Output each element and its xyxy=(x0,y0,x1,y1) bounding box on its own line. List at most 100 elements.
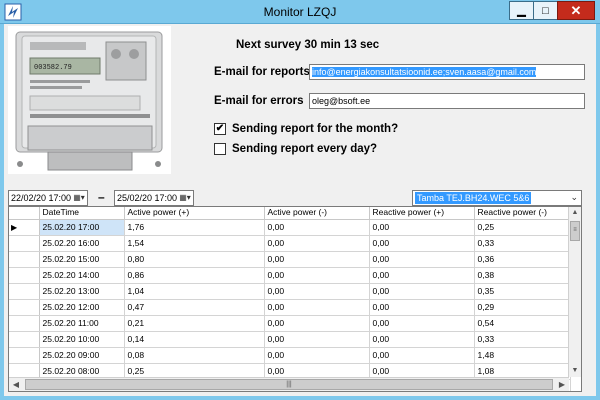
row-header[interactable] xyxy=(9,299,40,316)
column-header-reactive-minus[interactable]: Reactive power (-) xyxy=(474,207,571,220)
row-header[interactable] xyxy=(9,331,40,348)
table-cell[interactable]: 0,00 xyxy=(264,219,370,236)
calendar-icon[interactable]: ▦▾ xyxy=(72,192,86,204)
table-cell[interactable]: 0,00 xyxy=(369,219,475,236)
row-header[interactable] xyxy=(9,235,40,252)
table-cell[interactable]: 0,33 xyxy=(474,331,571,348)
table-cell[interactable]: 0,29 xyxy=(474,299,571,316)
row-header[interactable] xyxy=(9,283,40,300)
row-header[interactable] xyxy=(9,251,40,268)
table-cell[interactable]: 0,35 xyxy=(474,283,571,300)
vertical-scroll-thumb[interactable]: ≡ xyxy=(570,221,580,241)
scroll-up-icon[interactable]: ▲ xyxy=(569,207,581,219)
table-cell[interactable]: 0,00 xyxy=(369,251,475,268)
calendar-icon[interactable]: ▦▾ xyxy=(178,192,192,204)
monthly-report-checkbox[interactable]: ✔ xyxy=(214,123,226,135)
table-row[interactable]: 25.02.20 13:00 1,04 0,00 0,00 0,35 xyxy=(9,283,571,300)
table-cell[interactable]: 0,00 xyxy=(369,331,475,348)
daily-report-checkbox[interactable] xyxy=(214,143,226,155)
grid-header-row: DateTime Active power (+) Active power (… xyxy=(9,207,571,220)
column-header-datetime[interactable]: DateTime xyxy=(39,207,125,220)
meter-image: 003582.79 xyxy=(8,26,171,174)
table-row[interactable]: 25.02.20 14:00 0,86 0,00 0,00 0,38 xyxy=(9,267,571,284)
table-cell[interactable]: 25.02.20 10:00 xyxy=(39,331,125,348)
table-row[interactable]: 25.02.20 10:00 0,14 0,00 0,00 0,33 xyxy=(9,331,571,348)
table-cell[interactable]: 0,00 xyxy=(264,251,370,268)
table-cell[interactable]: 25.02.20 09:00 xyxy=(39,347,125,364)
errors-email-label: E-mail for errors xyxy=(214,95,304,107)
table-row[interactable]: 25.02.20 12:00 0,47 0,00 0,00 0,29 xyxy=(9,299,571,316)
monthly-report-option[interactable]: ✔ Sending report for the month? xyxy=(214,123,398,135)
table-cell[interactable]: 0,80 xyxy=(124,251,265,268)
checkmark-icon: ✔ xyxy=(215,123,225,134)
table-cell[interactable]: 0,54 xyxy=(474,315,571,332)
row-header[interactable]: ▶ xyxy=(9,219,40,236)
vertical-scrollbar[interactable]: ▲ ≡ ▼ xyxy=(568,207,581,377)
table-cell[interactable]: 0,14 xyxy=(124,331,265,348)
table-cell[interactable]: 0,00 xyxy=(264,267,370,284)
power-data-grid[interactable]: DateTime Active power (+) Active power (… xyxy=(8,206,582,392)
row-header[interactable] xyxy=(9,347,40,364)
table-cell[interactable]: 0,00 xyxy=(264,331,370,348)
table-cell[interactable]: 0,00 xyxy=(264,235,370,252)
scroll-left-icon[interactable]: ◀ xyxy=(9,378,23,391)
table-cell[interactable]: 0,86 xyxy=(124,267,265,284)
table-row[interactable]: 25.02.20 16:00 1,54 0,00 0,00 0,33 xyxy=(9,235,571,252)
errors-email-input[interactable]: oleg@bsoft.ee xyxy=(309,93,585,109)
close-button[interactable]: ✕ xyxy=(557,1,595,20)
horizontal-scrollbar[interactable]: ◀ ||| ▶ xyxy=(9,377,569,391)
table-cell[interactable]: 0,25 xyxy=(474,219,571,236)
row-header[interactable] xyxy=(9,267,40,284)
table-cell[interactable]: 25.02.20 17:00 xyxy=(39,219,125,236)
table-cell[interactable]: 1,76 xyxy=(124,219,265,236)
table-cell[interactable]: 0,21 xyxy=(124,315,265,332)
table-cell[interactable]: 25.02.20 15:00 xyxy=(39,251,125,268)
table-cell[interactable]: 0,00 xyxy=(369,283,475,300)
table-cell[interactable]: 0,33 xyxy=(474,235,571,252)
table-row[interactable]: 25.02.20 15:00 0,80 0,00 0,00 0,36 xyxy=(9,251,571,268)
table-cell[interactable]: 0,00 xyxy=(369,347,475,364)
table-cell[interactable]: 0,00 xyxy=(369,315,475,332)
table-row[interactable]: 25.02.20 09:00 0,08 0,00 0,00 1,48 xyxy=(9,347,571,364)
reports-email-value: info@energiakonsultatsioonid.ee;sven.aas… xyxy=(312,67,537,77)
table-cell[interactable]: 25.02.20 11:00 xyxy=(39,315,125,332)
table-cell[interactable]: 0,38 xyxy=(474,267,571,284)
table-row[interactable]: 25.02.20 11:00 0,21 0,00 0,00 0,54 xyxy=(9,315,571,332)
table-row[interactable]: ▶ 25.02.20 17:00 1,76 0,00 0,00 0,25 xyxy=(9,219,571,236)
row-header-corner xyxy=(9,207,40,220)
date-from-picker[interactable]: 22/02/20 17:00 ▦▾ xyxy=(8,190,88,206)
scroll-right-icon[interactable]: ▶ xyxy=(555,378,569,391)
table-cell[interactable]: 1,48 xyxy=(474,347,571,364)
minimize-button[interactable]: ▁ xyxy=(509,1,534,20)
table-cell[interactable]: 0,00 xyxy=(264,315,370,332)
table-cell[interactable]: 25.02.20 13:00 xyxy=(39,283,125,300)
table-cell[interactable]: 25.02.20 14:00 xyxy=(39,267,125,284)
table-cell[interactable]: 0,00 xyxy=(369,267,475,284)
row-header[interactable] xyxy=(9,315,40,332)
chevron-down-icon[interactable]: ⌄ xyxy=(570,192,578,203)
table-cell[interactable]: 25.02.20 16:00 xyxy=(39,235,125,252)
table-cell[interactable]: 0,00 xyxy=(369,235,475,252)
table-cell[interactable]: 0,00 xyxy=(264,299,370,316)
scroll-down-icon[interactable]: ▼ xyxy=(569,365,581,377)
table-cell[interactable]: 25.02.20 12:00 xyxy=(39,299,125,316)
reports-email-input[interactable]: info@energiakonsultatsioonid.ee;sven.aas… xyxy=(309,64,585,80)
date-to-picker[interactable]: 25/02/20 17:00 ▦▾ xyxy=(114,190,194,206)
table-cell[interactable]: 0,47 xyxy=(124,299,265,316)
column-header-active-plus[interactable]: Active power (+) xyxy=(124,207,265,220)
table-cell[interactable]: 0,00 xyxy=(369,299,475,316)
table-cell[interactable]: 0,08 xyxy=(124,347,265,364)
table-cell[interactable]: 0,00 xyxy=(264,283,370,300)
column-header-active-minus[interactable]: Active power (-) xyxy=(264,207,370,220)
table-cell[interactable]: 0,36 xyxy=(474,251,571,268)
table-cell[interactable]: 0,00 xyxy=(264,347,370,364)
daily-report-option[interactable]: Sending report every day? xyxy=(214,143,377,155)
column-header-reactive-plus[interactable]: Reactive power (+) xyxy=(369,207,475,220)
horizontal-scroll-thumb[interactable]: ||| xyxy=(25,379,553,390)
meter-select[interactable]: Tamba TEJ.BH24.WEC 5&6 ⌄ xyxy=(412,190,582,206)
table-cell[interactable]: 1,04 xyxy=(124,283,265,300)
table-cell[interactable]: 1,54 xyxy=(124,235,265,252)
maximize-button[interactable]: □ xyxy=(533,1,558,20)
date-from-value: 22/02/20 17:00 xyxy=(11,193,72,203)
monthly-report-label: Sending report for the month? xyxy=(232,123,399,135)
